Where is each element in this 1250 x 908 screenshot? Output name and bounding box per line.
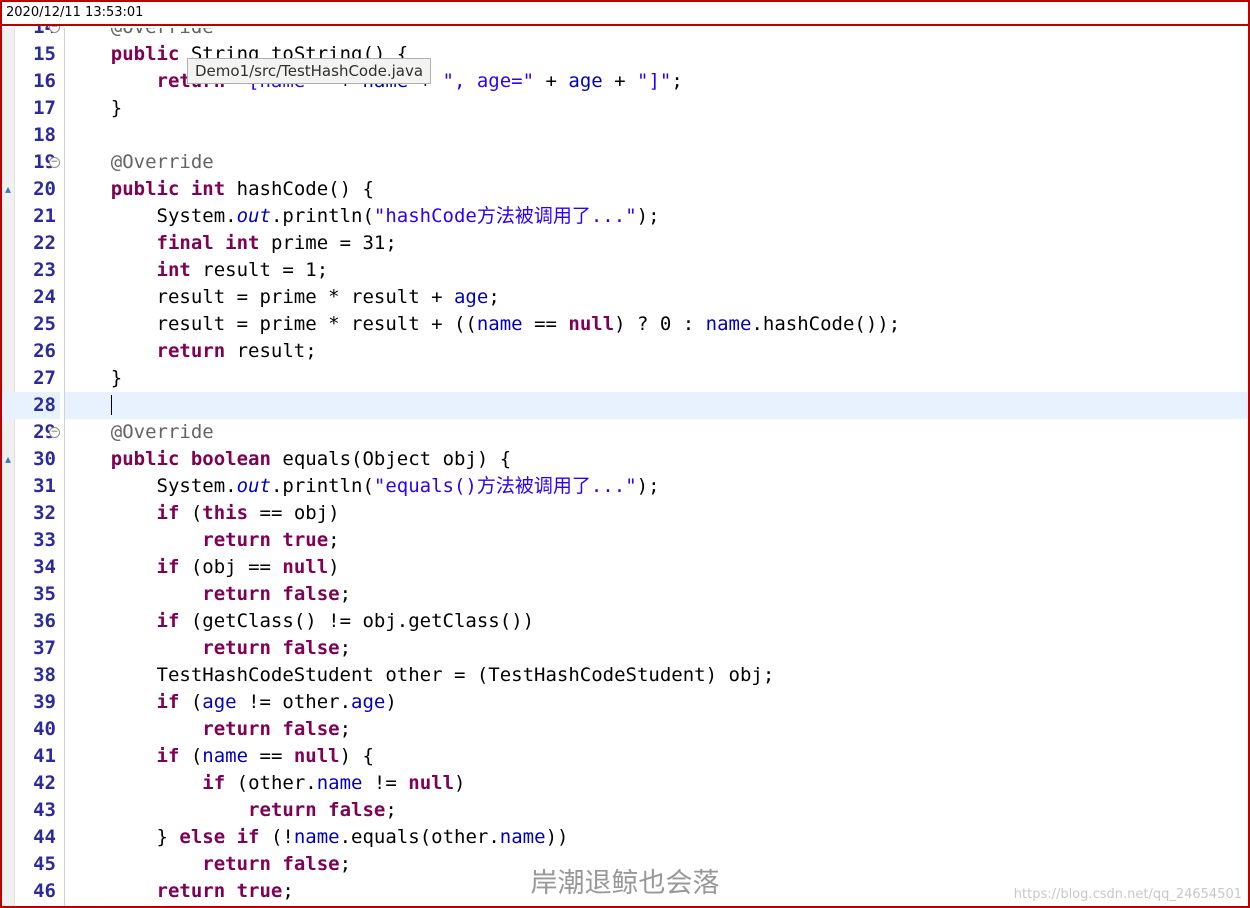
code-content[interactable]: @Override public String toString() { ret… — [65, 28, 1248, 906]
code-line[interactable]: @Override — [65, 149, 1248, 176]
code-line[interactable]: public boolean equals(Object obj) { — [65, 446, 1248, 473]
code-line[interactable]: if (name == null) { — [65, 743, 1248, 770]
line-number: 34 — [33, 556, 56, 578]
editor-gutter[interactable]: 14−15 16 17 18 19−20 ▴ 21 22 23 24 25 26 27 28 29−30 ▴ 3… — [2, 16, 65, 906]
line-number: 40 — [33, 718, 56, 740]
code-line[interactable]: @Override — [65, 28, 1248, 41]
code-line[interactable]: result = prime * result + age; — [65, 284, 1248, 311]
code-line[interactable]: if (other.name != null) — [65, 770, 1248, 797]
code-line[interactable]: return false; — [65, 635, 1248, 662]
code-line[interactable]: TestHashCodeStudent other = (TestHashCod… — [65, 662, 1248, 689]
line-number: 42 — [33, 772, 56, 794]
line-number: 43 — [33, 799, 56, 821]
line-number: 41 — [33, 745, 56, 767]
line-number: 35 — [33, 583, 56, 605]
code-line[interactable] — [65, 122, 1248, 149]
code-line[interactable]: return false; — [65, 716, 1248, 743]
code-line[interactable]: System.out.println("hashCode方法被调用了..."); — [65, 203, 1248, 230]
line-number: 38 — [33, 664, 56, 686]
line-number: 24 — [33, 286, 56, 308]
watermark-url: https://blog.csdn.net/qq_24654501 — [1013, 887, 1242, 902]
code-line[interactable]: result = prime * result + ((name == null… — [65, 311, 1248, 338]
line-number: 37 — [33, 637, 56, 659]
line-number: 21 — [33, 205, 56, 227]
line-number: 18 — [33, 124, 56, 146]
code-line[interactable]: if (age != other.age) — [65, 689, 1248, 716]
screenshot-root: 2020/12/11 13:53:01 14−15 16 17 18 19−20 ▴ 21 2… — [0, 0, 1250, 908]
code-line[interactable]: } — [65, 365, 1248, 392]
code-line[interactable]: return true; — [65, 527, 1248, 554]
line-number: 32 — [33, 502, 56, 524]
line-number: 27 — [33, 367, 56, 389]
line-number: 36 — [33, 610, 56, 632]
code-line[interactable]: System.out.println("equals()方法被调用了..."); — [65, 473, 1248, 500]
fold-toggle-icon[interactable]: − — [49, 427, 60, 438]
line-number: 17 — [33, 97, 56, 119]
code-line[interactable]: } else if (!name.equals(other.name)) — [65, 824, 1248, 851]
code-line[interactable]: return false; — [65, 797, 1248, 824]
code-line[interactable]: final int prime = 31; — [65, 230, 1248, 257]
line-number: 23 — [33, 259, 56, 281]
line-number: 25 — [33, 313, 56, 335]
override-marker-icon: ▴ — [4, 182, 12, 196]
code-line[interactable]: if (this == obj) — [65, 500, 1248, 527]
code-line[interactable]: if (getClass() != obj.getClass()) — [65, 608, 1248, 635]
line-number: 44 — [33, 826, 56, 848]
file-path-tooltip: Demo1/src/TestHashCode.java — [187, 58, 432, 84]
line-number: 28 — [2, 392, 60, 419]
code-line[interactable] — [65, 392, 1248, 419]
line-number: 39 — [33, 691, 56, 713]
code-line[interactable]: } — [65, 95, 1248, 122]
line-number: 33 — [33, 529, 56, 551]
code-line[interactable]: return result; — [65, 338, 1248, 365]
override-marker-icon: ▴ — [4, 452, 12, 466]
line-number: 26 — [33, 340, 56, 362]
line-number: 31 — [33, 475, 56, 497]
line-number: 16 — [33, 70, 56, 92]
line-number: 22 — [33, 232, 56, 254]
code-line[interactable]: @Override — [65, 419, 1248, 446]
code-line[interactable]: if (obj == null) — [65, 554, 1248, 581]
line-number: 15 — [33, 43, 56, 65]
code-editor[interactable]: 14−15 16 17 18 19−20 ▴ 21 22 23 24 25 26 27 28 29−30 ▴ 3… — [2, 16, 1248, 906]
fold-toggle-icon[interactable]: − — [49, 157, 60, 168]
timestamp-bar: 2020/12/11 13:53:01 — [2, 2, 1248, 26]
code-line[interactable]: return false; — [65, 581, 1248, 608]
code-line[interactable]: public int hashCode() { — [65, 176, 1248, 203]
code-line[interactable]: int result = 1; — [65, 257, 1248, 284]
